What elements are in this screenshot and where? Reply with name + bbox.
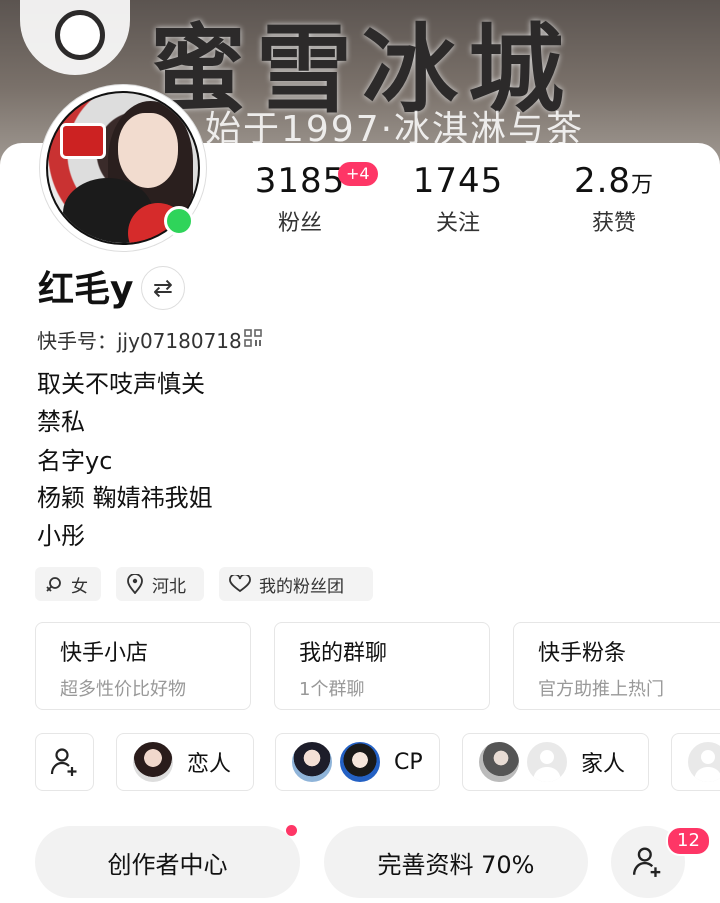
brand-logo-face xyxy=(55,10,105,60)
gender-tag[interactable]: 女 xyxy=(35,567,101,601)
bio-line: 禁私 xyxy=(37,408,85,436)
fan-group-tag[interactable]: 我的粉丝团 xyxy=(219,567,373,601)
creator-center-button[interactable]: 创作者中心 xyxy=(35,826,300,898)
location-tag[interactable]: 河北 xyxy=(116,567,204,601)
fans-label: 粉丝 xyxy=(277,211,322,236)
creator-center-label: 创作者中心 xyxy=(107,850,228,879)
qr-code-icon[interactable] xyxy=(244,329,262,347)
notification-dot xyxy=(286,825,297,836)
friend-request-count-badge: 12 xyxy=(666,826,711,856)
new-fans-badge: +4 xyxy=(338,162,378,186)
cp-avatar-1 xyxy=(290,740,334,784)
female-icon xyxy=(46,577,61,592)
bio-line: 杨颖 鞠婧祎我姐 xyxy=(37,484,213,512)
family-placeholder-avatar xyxy=(525,740,569,784)
fan-group-label: 我的粉丝团 xyxy=(259,576,344,597)
group-chat-card[interactable]: 我的群聊 1个群聊 xyxy=(274,622,490,710)
person-placeholder-icon xyxy=(533,750,561,782)
card-subtitle: 1个群聊 xyxy=(299,679,365,700)
heart-group-icon xyxy=(229,575,251,593)
stat-likes[interactable]: 2.8万 获赞 xyxy=(554,161,674,237)
card-subtitle: 超多性价比好物 xyxy=(60,679,186,700)
fentiao-promo-card[interactable]: 快手粉条 官方助推上热门 xyxy=(513,622,720,710)
cp-label: CP xyxy=(394,749,423,775)
swap-arrows-icon: ⇄ xyxy=(152,274,174,302)
kuaishou-id-label: 快手号： xyxy=(37,329,117,353)
location-label: 河北 xyxy=(152,576,186,597)
likes-count: 2.8万 xyxy=(554,161,674,201)
relation-cp[interactable]: CP xyxy=(275,733,440,791)
card-title: 快手小店 xyxy=(60,641,149,666)
switch-account-button[interactable]: ⇄ xyxy=(141,266,185,310)
lover-label: 恋人 xyxy=(187,752,232,777)
bio-line: 小彤 xyxy=(37,522,85,550)
likes-label: 获赞 xyxy=(591,211,636,236)
following-count: 1745 xyxy=(412,161,504,201)
relation-lover[interactable]: 恋人 xyxy=(116,733,254,791)
more-placeholder-avatar xyxy=(686,740,720,784)
relation-more[interactable] xyxy=(671,733,720,791)
card-title: 我的群聊 xyxy=(299,641,388,666)
following-label: 关注 xyxy=(435,211,480,236)
person-placeholder-icon xyxy=(694,750,720,782)
card-title: 快手粉条 xyxy=(538,641,627,666)
family-avatar xyxy=(477,740,521,784)
complete-profile-label: 完善资料 70% xyxy=(377,850,535,879)
family-label: 家人 xyxy=(581,752,626,777)
gender-label: 女 xyxy=(71,576,88,597)
kuaishou-id-value: jjy07180718 xyxy=(117,329,242,353)
location-pin-icon xyxy=(127,574,143,594)
online-status-dot xyxy=(164,206,194,236)
bio-line: 名字yc xyxy=(37,447,113,475)
card-subtitle: 官方助推上热门 xyxy=(538,679,664,700)
add-friend-icon xyxy=(632,847,661,877)
bio-line: 取关不吱声慎关 xyxy=(37,370,205,398)
kuaishou-id[interactable]: 快手号：jjy07180718 xyxy=(37,325,242,354)
relation-family[interactable]: 家人 xyxy=(462,733,649,791)
complete-profile-button[interactable]: 完善资料 70% xyxy=(324,826,588,898)
kuaishou-shop-card[interactable]: 快手小店 超多性价比好物 xyxy=(35,622,251,710)
likes-value: 2.8 xyxy=(573,161,632,201)
lover-avatar xyxy=(131,740,175,784)
add-person-icon xyxy=(50,748,76,776)
add-relation-button[interactable] xyxy=(35,733,94,791)
profile-name: 红毛y xyxy=(38,269,134,310)
likes-unit: 万 xyxy=(631,173,655,198)
stat-following[interactable]: 1745 关注 xyxy=(398,161,518,237)
cp-avatar-2 xyxy=(338,740,382,784)
